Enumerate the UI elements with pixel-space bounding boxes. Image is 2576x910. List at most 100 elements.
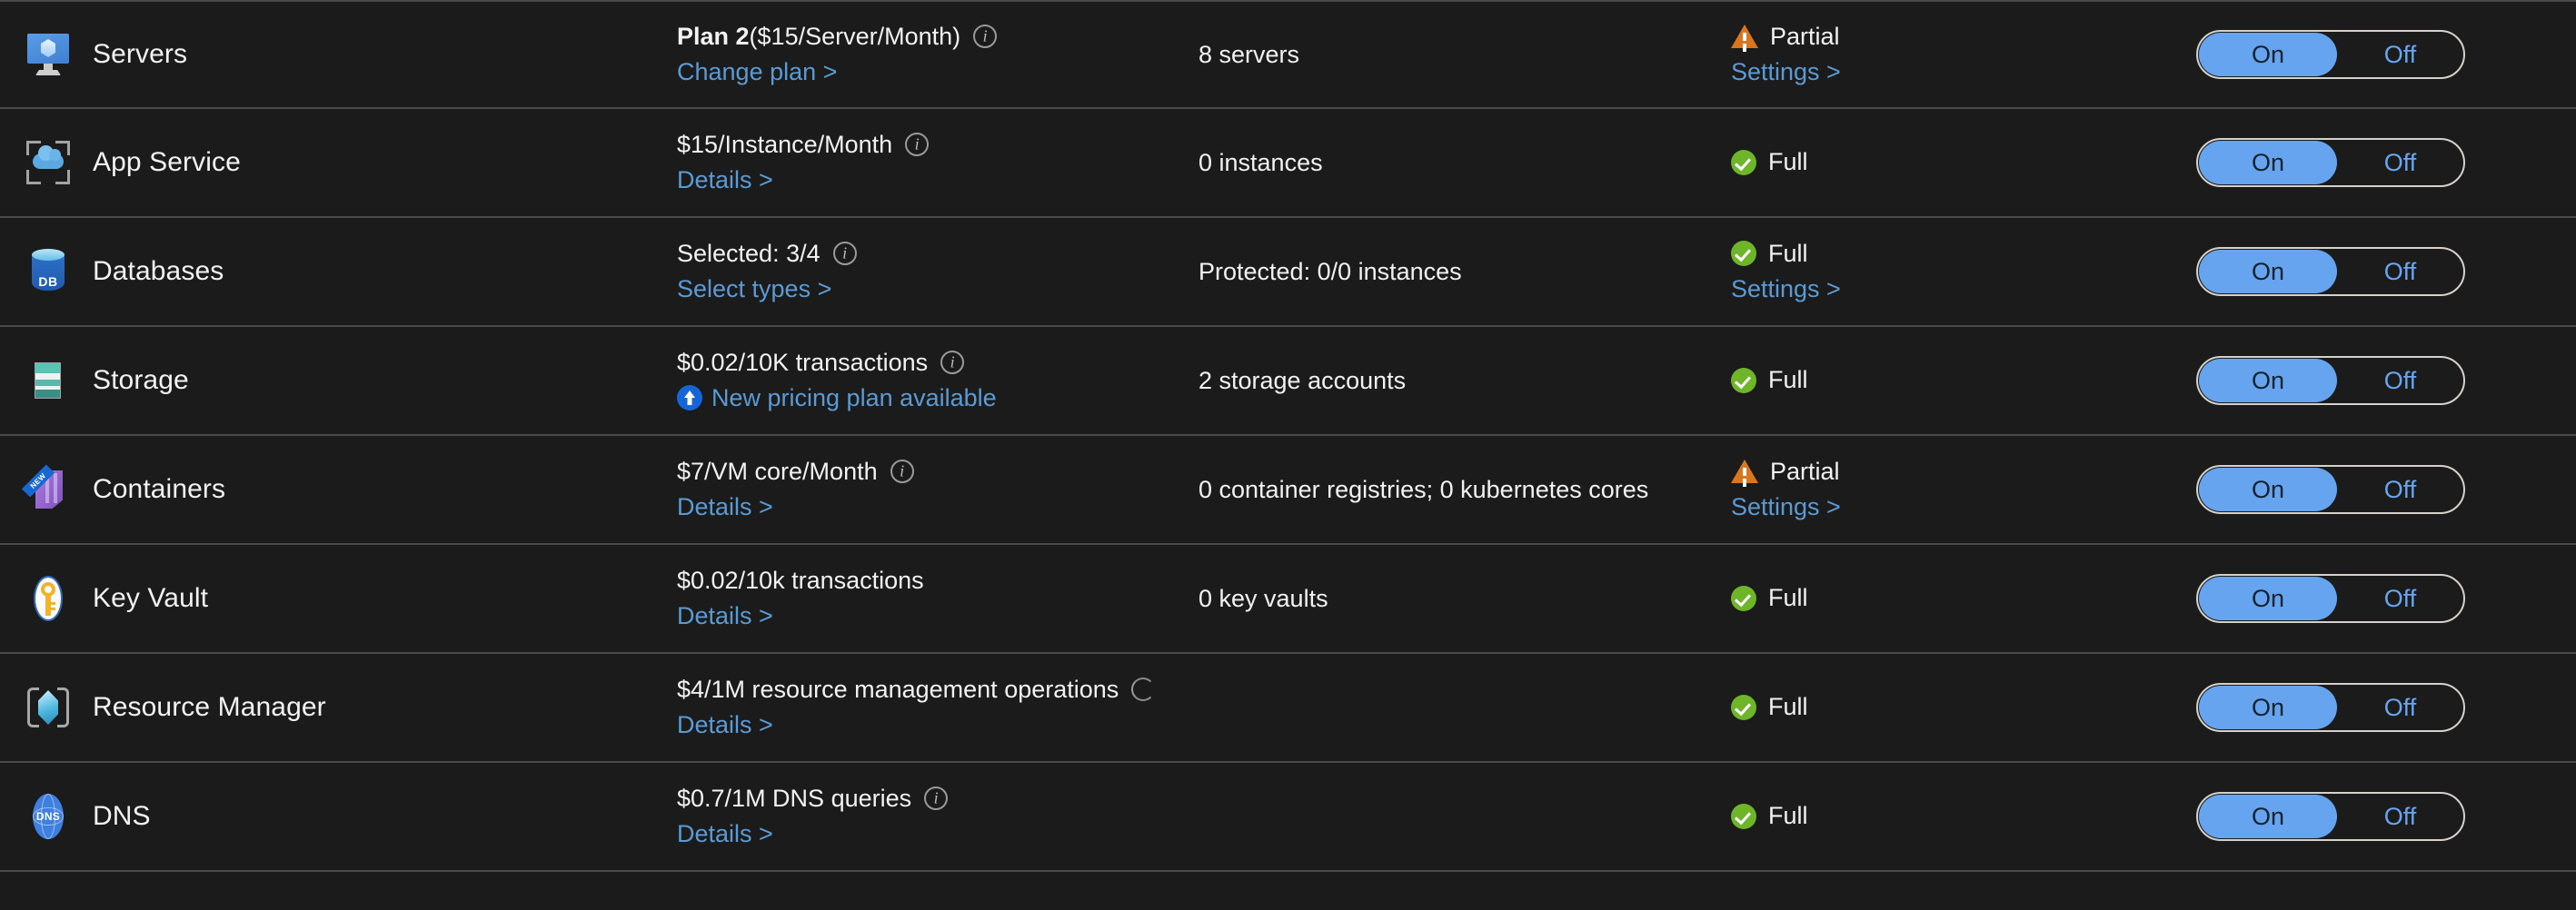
toggle-off-segment[interactable]: Off [2337, 585, 2463, 613]
status-settings-link-wrap: Settings > [1731, 490, 2176, 523]
plan-pricing-line: $0.02/10k transactions [677, 565, 1195, 597]
plan-toggle-storage[interactable]: On Off [2196, 356, 2465, 405]
plan-title-suffix: ($15/Server/Month) [749, 22, 961, 50]
service-name-label: Containers [93, 474, 226, 504]
plan-toggle-databases[interactable]: On Off [2196, 247, 2465, 296]
service-name-label: Databases [93, 256, 224, 286]
status-label: Full [1768, 366, 1808, 394]
status-label: Full [1768, 802, 1808, 830]
resource-count-cell: 2 storage accounts [1198, 366, 1407, 394]
toggle-on-segment[interactable]: On [2199, 250, 2337, 293]
plan-action-line: Details > [677, 163, 1195, 196]
plan-action-line: Details > [677, 599, 1195, 632]
plan-action-link[interactable]: Details > [677, 163, 773, 196]
plan-action-line: Change plan > [677, 55, 1195, 88]
defender-plans-table: ServersPlan 2 ($15/Server/Month)Change p… [0, 0, 2576, 910]
service-name-label: Key Vault [93, 583, 209, 613]
plan-pricing-line: $0.7/1M DNS queries [677, 783, 1195, 815]
plan-action-link[interactable]: Details > [677, 708, 773, 741]
toggle-off-segment[interactable]: Off [2337, 367, 2463, 395]
plan-title-strong: Plan 2 [677, 22, 750, 50]
check-circle-icon [1731, 368, 1756, 393]
check-circle-icon [1731, 586, 1756, 611]
check-circle-icon [1731, 241, 1756, 267]
plan-row-key-vault: Key Vault $0.02/10k transactions Details >… [0, 545, 2576, 654]
toggle-off-segment[interactable]: Off [2337, 258, 2463, 286]
settings-link[interactable]: Settings > [1731, 58, 1841, 85]
status-line: Partial [1731, 21, 2176, 53]
plan-cell: $15/Instance/Month Details > [677, 129, 1195, 197]
plan-toggle-servers[interactable]: On Off [2196, 30, 2465, 79]
info-circle-icon[interactable] [940, 351, 965, 375]
resource-count-cell: 0 container registries; 0 kubernetes cor… [1198, 475, 1649, 503]
info-circle-icon[interactable] [973, 25, 998, 49]
status-label: Full [1768, 148, 1808, 176]
plan-cell: Selected: 3/4 Select types > [677, 238, 1195, 306]
plan-action-link[interactable]: Change plan > [677, 55, 837, 88]
key-vault-icon [24, 574, 73, 623]
service-name-cell: Resource Manager [0, 683, 677, 732]
plan-toggle-cell: On Off [2176, 356, 2576, 405]
plan-toggle-dns[interactable]: On Off [2196, 792, 2465, 841]
status-label: Partial [1770, 457, 1840, 485]
app-service-icon [24, 138, 73, 187]
service-name-cell: DB Databases [0, 247, 677, 296]
toggle-on-segment[interactable]: On [2199, 795, 2337, 838]
plan-action-link[interactable]: Details > [677, 817, 773, 850]
service-name-cell: DNS DNS [0, 792, 677, 841]
plan-row-partial-next [0, 872, 2576, 910]
service-name-cell: Key Vault [0, 574, 677, 623]
plan-cell: $0.02/10K transactions New pricing plan a… [677, 347, 1195, 415]
plan-title: $7/VM core/Month [677, 457, 878, 485]
status-line: Full [1731, 364, 2176, 396]
service-name-label: Servers [93, 39, 188, 69]
toggle-on-segment[interactable]: On [2199, 141, 2337, 184]
toggle-off-segment[interactable]: Off [2337, 41, 2463, 69]
plan-action-link[interactable]: Details > [677, 490, 773, 523]
status-line: Full [1731, 800, 2176, 832]
plan-pricing-line: Plan 2 ($15/Server/Month) [677, 21, 1195, 53]
info-circle-icon[interactable] [890, 460, 914, 484]
resource-count-cell: 0 instances [1198, 148, 1323, 176]
info-circle-icon[interactable] [905, 133, 930, 157]
settings-link[interactable]: Settings > [1731, 493, 1841, 520]
upgrade-arrow-icon [677, 385, 702, 411]
plan-toggle-key-vault[interactable]: On Off [2196, 574, 2465, 623]
plan-title: $4/1M resource management operations [677, 675, 1119, 703]
plan-action-link[interactable]: Select types > [677, 272, 831, 305]
plan-cell: $7/VM core/Month Details > [677, 456, 1195, 524]
plan-title: $0.02/10K transactions [677, 348, 929, 376]
plan-row-dns: DNS DNS $0.7/1M DNS queries Details > Full On… [0, 763, 2576, 872]
info-circle-icon[interactable] [1131, 678, 1156, 702]
resource-count-cell: 0 key vaults [1198, 584, 1328, 612]
plan-toggle-app-service[interactable]: On Off [2196, 138, 2465, 187]
plan-toggle-containers[interactable]: On Off [2196, 465, 2465, 514]
plan-row-servers: ServersPlan 2 ($15/Server/Month)Change p… [0, 0, 2576, 109]
plan-action-line: Select types > [677, 272, 1195, 305]
coverage-status-cell: Full [1731, 582, 2176, 614]
plan-toggle-cell: On Off [2176, 792, 2576, 841]
coverage-status-cell: Full Settings > [1731, 238, 2176, 306]
plan-cell: Plan 2 ($15/Server/Month)Change plan > [677, 21, 1195, 89]
toggle-on-segment[interactable]: On [2199, 577, 2337, 620]
toggle-on-segment[interactable]: On [2199, 686, 2337, 729]
info-circle-icon[interactable] [924, 786, 949, 811]
warning-triangle-icon [1731, 25, 1758, 49]
toggle-on-segment[interactable]: On [2199, 468, 2337, 511]
settings-link[interactable]: Settings > [1731, 275, 1841, 302]
toggle-on-segment[interactable]: On [2199, 33, 2337, 76]
info-circle-icon[interactable] [832, 242, 857, 266]
plan-action-link[interactable]: Details > [677, 599, 773, 632]
plan-pricing-line: $0.02/10K transactions [677, 347, 1195, 379]
toggle-off-segment[interactable]: Off [2337, 476, 2463, 504]
status-settings-link-wrap: Settings > [1731, 272, 2176, 305]
check-circle-icon [1731, 150, 1756, 175]
toggle-off-segment[interactable]: Off [2337, 694, 2463, 722]
status-line: Full [1731, 691, 2176, 723]
toggle-off-segment[interactable]: Off [2337, 149, 2463, 177]
toggle-on-segment[interactable]: On [2199, 359, 2337, 402]
plan-action-link[interactable]: New pricing plan available [711, 381, 997, 414]
plan-toggle-resource-manager[interactable]: On Off [2196, 683, 2465, 732]
status-line: Partial [1731, 456, 2176, 488]
toggle-off-segment[interactable]: Off [2337, 803, 2463, 831]
